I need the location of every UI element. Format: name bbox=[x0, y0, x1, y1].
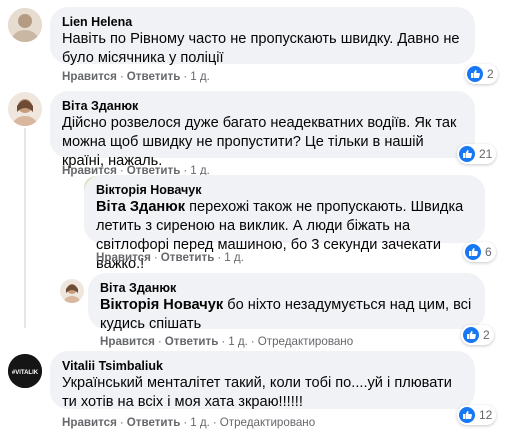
comment-author[interactable]: Вікторія Новачук bbox=[96, 182, 473, 198]
like-reaction-icon bbox=[463, 327, 479, 343]
comment-time[interactable]: 1 д. bbox=[228, 335, 248, 348]
mention-link[interactable]: Віта Зданюк bbox=[96, 199, 185, 215]
like-button[interactable]: Нравится bbox=[100, 335, 155, 348]
reaction-number: 6 bbox=[485, 245, 492, 259]
like-reaction-icon bbox=[459, 146, 475, 162]
reaction-number: 12 bbox=[479, 408, 493, 422]
like-button[interactable]: Нравится bbox=[62, 70, 117, 83]
comment-text: Український менталітет такий, коли тобі … bbox=[62, 375, 452, 410]
reaction-count[interactable]: 2 bbox=[461, 325, 494, 345]
edited-label[interactable]: Отредактировано bbox=[258, 335, 353, 348]
avatar[interactable] bbox=[60, 279, 84, 303]
reaction-count[interactable]: 6 bbox=[463, 242, 496, 262]
thread-line bbox=[24, 128, 26, 328]
reaction-number: 2 bbox=[487, 67, 494, 81]
comment-actions: Нравится · Ответить · 1 д. bbox=[96, 251, 244, 264]
reply-bubble-content: Вікторія Новачук Віта Зданюк перехожі та… bbox=[84, 175, 485, 272]
reaction-count[interactable]: 12 bbox=[457, 405, 497, 425]
comment-time[interactable]: 1 д. bbox=[224, 251, 244, 264]
reaction-number: 2 bbox=[483, 328, 490, 342]
edited-label[interactable]: Отредактировано bbox=[220, 416, 315, 429]
reply-button[interactable]: Ответить bbox=[127, 416, 181, 429]
reply-button[interactable]: Ответить bbox=[161, 251, 215, 264]
reply-button[interactable]: Ответить bbox=[127, 70, 181, 83]
comment-bubble: Vitalii Tsimbaliuk Український менталіте… bbox=[50, 351, 475, 410]
reaction-number: 21 bbox=[479, 147, 493, 161]
reaction-count[interactable]: 2 bbox=[465, 64, 498, 84]
like-reaction-icon bbox=[459, 407, 475, 423]
comment-time[interactable]: 1 д. bbox=[190, 70, 210, 83]
avatar-photo-icon bbox=[8, 92, 42, 126]
reaction-count[interactable]: 21 bbox=[457, 144, 497, 164]
like-button[interactable]: Нравится bbox=[62, 416, 117, 429]
comment-text: Вікторія Новачук бо ніхто незадумується … bbox=[100, 296, 473, 334]
avatar[interactable] bbox=[8, 8, 42, 42]
avatar-photo-icon bbox=[8, 8, 42, 42]
comment-text: Дійсно розвелося дуже багато неадекватни… bbox=[62, 115, 457, 169]
comment-actions: Нравится · Ответить · 1 д. · Отредактировано bbox=[100, 335, 354, 348]
avatar[interactable]: #VITALIK bbox=[8, 354, 42, 388]
comment-text: Навіть по Рівному часто не пропускають ш… bbox=[62, 31, 460, 66]
comment-author[interactable]: Віта Зданюк bbox=[62, 98, 463, 114]
reply-bubble: Віта Зданюк Вікторія Новачук бо ніхто не… bbox=[88, 273, 485, 332]
mention-link[interactable]: Вікторія Новачук bbox=[100, 297, 223, 313]
comment-author[interactable]: Віта Зданюк bbox=[100, 280, 473, 296]
avatar[interactable] bbox=[8, 92, 42, 126]
avatar-logo-text: #VITALIK bbox=[12, 370, 39, 376]
avatar-photo-icon bbox=[60, 279, 84, 303]
comment-actions: Нравится · Ответить · 1 д. · Отредактировано bbox=[62, 416, 316, 429]
comment-author[interactable]: Vitalii Tsimbaliuk bbox=[62, 358, 463, 374]
comment-bubble: Віта Зданюк Дійсно розвелося дуже багато… bbox=[50, 91, 475, 169]
like-reaction-icon bbox=[467, 66, 483, 82]
like-reaction-icon bbox=[465, 244, 481, 260]
reply-button[interactable]: Ответить bbox=[165, 335, 219, 348]
comment-bubble: Lien Helena Навіть по Рівному часто не п… bbox=[50, 7, 475, 66]
like-button[interactable]: Нравится bbox=[96, 251, 151, 264]
comment-actions: Нравится · Ответить · 1 д. bbox=[62, 70, 210, 83]
comment-time[interactable]: 1 д. bbox=[190, 416, 210, 429]
comment-author[interactable]: Lien Helena bbox=[62, 14, 463, 30]
avatar-logo-icon: #VITALIK bbox=[8, 354, 42, 388]
